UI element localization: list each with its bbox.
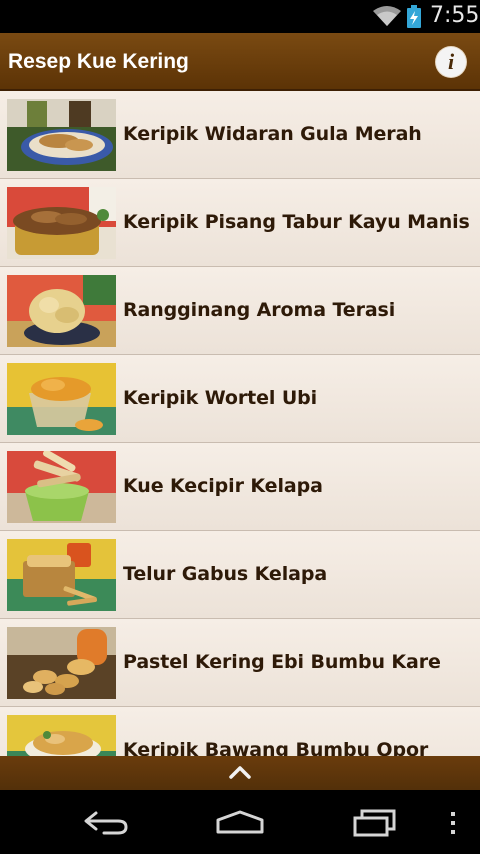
recipe-photo [7, 539, 116, 611]
recent-apps-icon[interactable] [352, 809, 398, 837]
recipe-photo [7, 275, 116, 347]
recipe-name: Keripik Pisang Tabur Kayu Manis [123, 211, 470, 233]
app-title: Resep Kue Kering [8, 50, 189, 73]
chevron-up-icon [229, 766, 251, 779]
status-clock: 7:55 [430, 3, 480, 28]
recipe-name: Telur Gabus Kelapa [123, 563, 328, 585]
recipe-photo [7, 627, 116, 699]
navigation-bar [0, 790, 480, 854]
recipe-name: Pastel Kering Ebi Bumbu Kare [123, 651, 441, 673]
list-item-widaran[interactable]: Keripik Widaran Gula Merah [0, 91, 480, 179]
bottom-drawer-handle[interactable] [0, 756, 480, 790]
recipe-name: Keripik Wortel Ubi [123, 387, 318, 409]
recipe-name: Kue Kecipir Kelapa [123, 475, 323, 497]
recipe-photo [7, 715, 116, 756]
list-item-kecipir[interactable]: Kue Kecipir Kelapa [0, 443, 480, 531]
recipe-photo [7, 363, 116, 435]
overflow-menu-icon[interactable] [448, 810, 458, 836]
home-icon[interactable] [214, 810, 266, 834]
info-button[interactable]: i [436, 47, 466, 77]
list-item-bawang-opor[interactable]: Keripik Bawang Bumbu Opor [0, 707, 480, 756]
list-item-pisang[interactable]: Keripik Pisang Tabur Kayu Manis [0, 179, 480, 267]
list-item-rangginang[interactable]: Rangginang Aroma Terasi [0, 267, 480, 355]
status-bar: 7:55 [0, 0, 480, 33]
back-icon[interactable] [82, 810, 130, 836]
list-item-telur-gabus[interactable]: Telur Gabus Kelapa [0, 531, 480, 619]
recipe-name: Keripik Bawang Bumbu Opor [123, 739, 429, 756]
recipe-list[interactable]: Keripik Widaran Gula Merah Keripik Pisan… [0, 91, 480, 756]
recipe-name: Keripik Widaran Gula Merah [123, 123, 422, 145]
wifi-icon [373, 6, 401, 26]
action-bar: Resep Kue Kering i [0, 33, 480, 91]
battery-charging-icon [407, 5, 421, 28]
recipe-photo [7, 99, 116, 171]
recipe-photo [7, 187, 116, 259]
list-item-wortel[interactable]: Keripik Wortel Ubi [0, 355, 480, 443]
list-item-pastel[interactable]: Pastel Kering Ebi Bumbu Kare [0, 619, 480, 707]
recipe-name: Rangginang Aroma Terasi [123, 299, 396, 321]
info-icon: i [447, 49, 455, 74]
recipe-photo [7, 451, 116, 523]
